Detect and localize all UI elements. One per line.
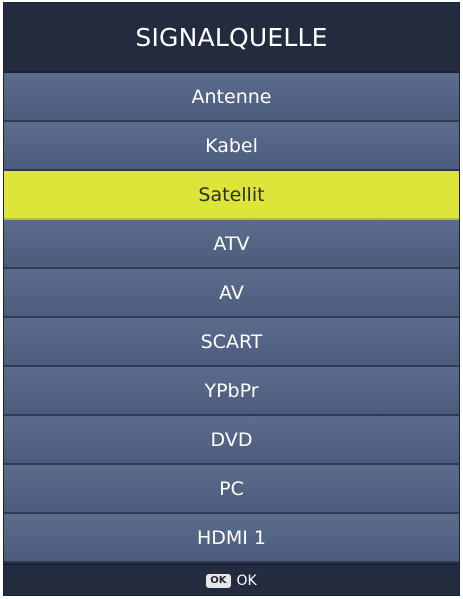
menu-item-ypbpr[interactable]: YPbPr — [4, 367, 459, 416]
menu-item-satellit[interactable]: Satellit — [4, 171, 459, 220]
menu-item-label: YPbPr — [204, 379, 259, 402]
menu-title-bar: SIGNALQUELLE — [4, 3, 459, 73]
menu-title: SIGNALQUELLE — [135, 22, 328, 52]
menu-item-label: AV — [219, 281, 244, 304]
menu-item-label: Satellit — [198, 183, 265, 206]
menu-item-label: ATV — [213, 232, 250, 255]
menu-item-label: PC — [219, 477, 244, 500]
menu-item-label: HDMI 1 — [196, 526, 267, 549]
menu-item-av[interactable]: AV — [4, 269, 459, 318]
menu-item-label: Kabel — [205, 134, 258, 157]
signal-source-menu: SIGNALQUELLE Antenne Kabel Satellit ATV … — [3, 2, 460, 596]
menu-item-hdmi-1[interactable]: HDMI 1 — [4, 514, 459, 563]
ok-hint-label: OK — [236, 573, 257, 589]
menu-item-atv[interactable]: ATV — [4, 220, 459, 269]
menu-item-label: SCART — [200, 330, 263, 353]
ok-key-icon: OK — [206, 574, 231, 588]
menu-item-dvd[interactable]: DVD — [4, 416, 459, 465]
menu-item-antenne[interactable]: Antenne — [4, 73, 459, 122]
menu-item-pc[interactable]: PC — [4, 465, 459, 514]
signal-source-list: Antenne Kabel Satellit ATV AV SCART YPbP… — [4, 73, 459, 563]
menu-item-kabel[interactable]: Kabel — [4, 122, 459, 171]
menu-footer: OK OK — [4, 563, 459, 595]
menu-item-scart[interactable]: SCART — [4, 318, 459, 367]
menu-item-label: DVD — [210, 428, 253, 451]
menu-item-label: Antenne — [191, 85, 272, 108]
